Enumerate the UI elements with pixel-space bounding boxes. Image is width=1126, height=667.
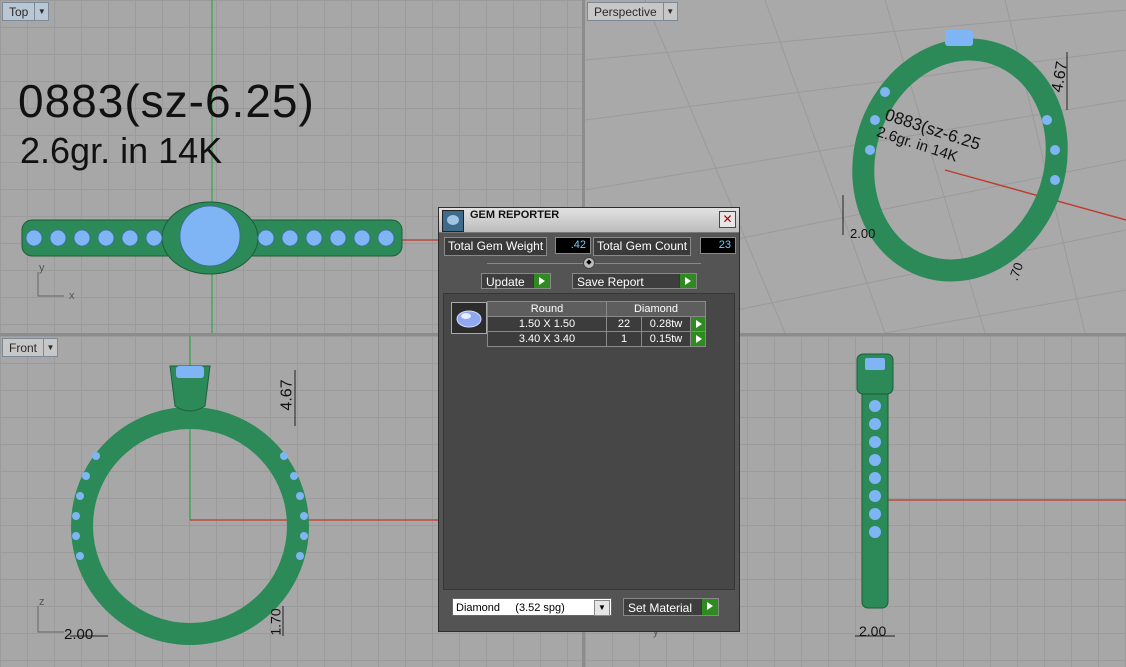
viewport-tab-top[interactable]: Top ▼ [2, 2, 50, 21]
dimension-width: 2.00 [64, 626, 94, 643]
play-arrow-icon[interactable] [690, 316, 706, 332]
gem-table: Round Diamond 1.50 X 1.50 22 0.28tw 3.40… [487, 301, 706, 347]
chevron-down-icon[interactable]: ▼ [594, 600, 610, 616]
play-arrow-icon[interactable] [533, 274, 550, 288]
gem-count-cell: 22 [606, 316, 642, 332]
material-select[interactable]: Diamond (3.52 spg) ▼ [452, 598, 612, 616]
gem-shape-icon[interactable] [451, 302, 487, 334]
dimension-height: 4.67 [278, 379, 296, 411]
dimension-width: 2.00 [859, 623, 887, 639]
chevron-down-icon[interactable]: ▼ [662, 3, 677, 20]
viewport-tab-perspective[interactable]: Perspective ▼ [587, 2, 678, 21]
table-row[interactable]: 1.50 X 1.50 22 0.28tw [487, 316, 706, 332]
set-material-button-label: Set Material [628, 601, 693, 615]
gem-size-cell: 1.50 X 1.50 [487, 316, 607, 332]
gem-table-header: Round Diamond [487, 301, 706, 317]
play-arrow-icon[interactable] [679, 274, 696, 288]
panel-titlebar[interactable]: GEM REPORTER ✕ [439, 208, 739, 233]
ring-weight-annotation: 2.6gr. in 14K [20, 130, 223, 171]
save-report-button[interactable]: Save Report [572, 273, 697, 289]
gem-reporter-panel: GEM REPORTER ✕ Total Gem Weight .42 Tota… [438, 207, 740, 632]
play-arrow-icon[interactable] [701, 599, 718, 615]
viewport-tab-front[interactable]: Front ▼ [2, 338, 59, 357]
header-material: Diamond [606, 301, 706, 317]
table-row[interactable]: 3.40 X 3.40 1 0.15tw [487, 331, 706, 347]
update-button[interactable]: Update [481, 273, 551, 289]
axis-x-label: x [69, 290, 75, 302]
total-gem-weight-label: Total Gem Weight [444, 237, 548, 256]
gem-weight-cell: 0.28tw [641, 316, 691, 332]
total-gem-weight-value: .42 [555, 237, 591, 254]
total-gem-count-value: 23 [700, 237, 736, 254]
axis-z-label: z [39, 596, 45, 608]
total-gem-count-label: Total Gem Count [593, 237, 692, 256]
gem-weight-cell: 0.15tw [641, 331, 691, 347]
gem-count-cell: 1 [606, 331, 642, 347]
play-arrow-icon[interactable] [690, 331, 706, 347]
expand-handle-icon[interactable]: ◆ [583, 257, 595, 269]
viewport-label: Perspective [594, 4, 657, 19]
close-icon[interactable]: ✕ [719, 211, 736, 228]
panel-title: GEM REPORTER [470, 209, 560, 221]
gem-size-cell: 3.40 X 3.40 [487, 331, 607, 347]
axis-y-label: y [39, 262, 45, 274]
ring-model-annotation: 0883(sz-6.25) [18, 75, 315, 127]
gem-list-area: Round Diamond 1.50 X 1.50 22 0.28tw 3.40… [443, 293, 735, 590]
chevron-down-icon[interactable]: ▼ [43, 339, 57, 356]
gem-reporter-icon [442, 210, 464, 232]
save-report-button-label: Save Report [577, 275, 644, 289]
set-material-button[interactable]: Set Material [623, 598, 719, 616]
dimension-bottom: 1.70 [267, 608, 284, 636]
dimension-width: 2.00 [850, 226, 876, 241]
header-shape: Round [487, 301, 607, 317]
chevron-down-icon[interactable]: ▼ [34, 3, 48, 20]
update-button-label: Update [486, 275, 525, 289]
viewport-label: Front [9, 340, 38, 355]
material-select-value: Diamond (3.52 spg) [456, 602, 565, 614]
viewport-label: Top [9, 4, 29, 19]
